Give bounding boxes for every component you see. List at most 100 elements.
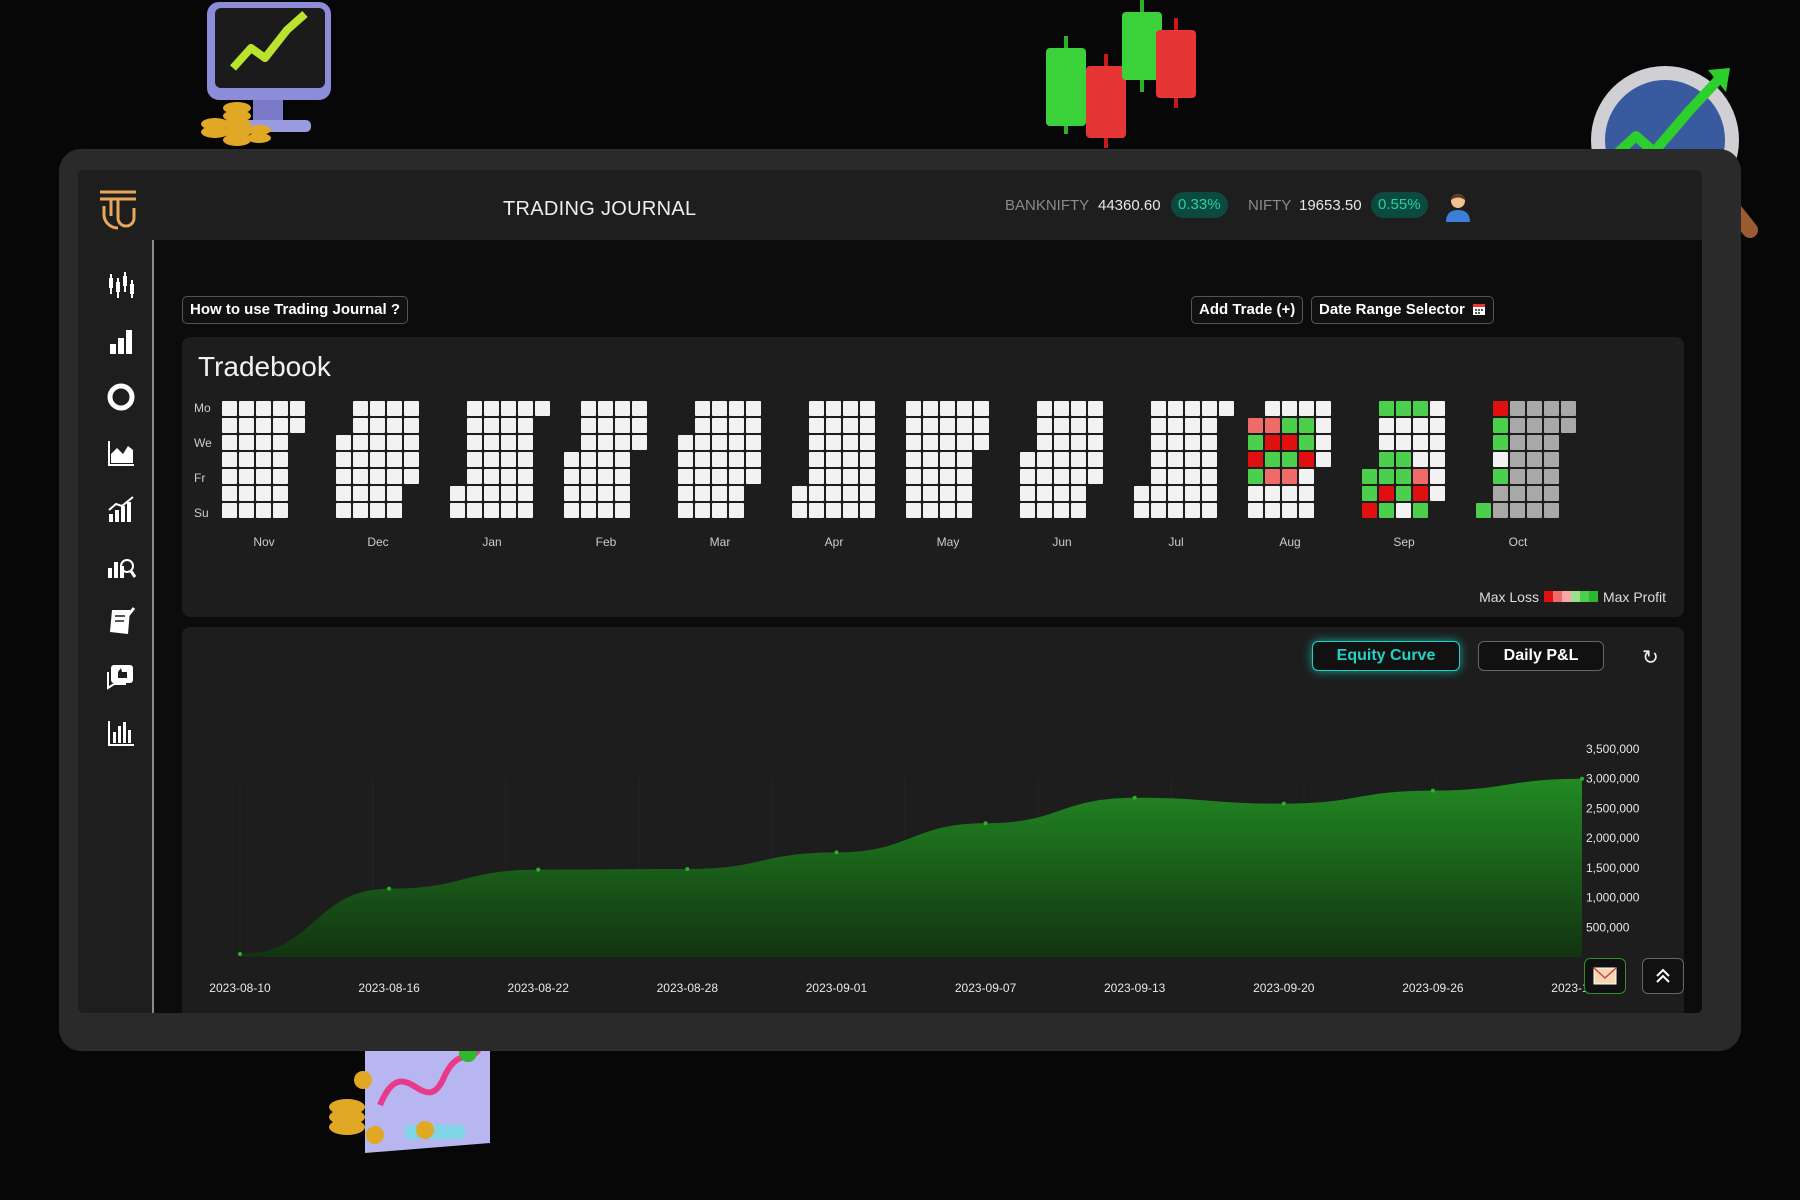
calendar-day-cell[interactable]	[809, 401, 824, 416]
help-button[interactable]: How to use Trading Journal ?	[182, 296, 409, 324]
calendar-day-cell[interactable]	[256, 418, 271, 433]
calendar-day-cell[interactable]	[957, 401, 972, 416]
calendar-day-cell[interactable]	[1020, 469, 1035, 484]
calendar-day-cell[interactable]	[1544, 503, 1559, 518]
calendar-day-cell[interactable]	[1054, 469, 1069, 484]
calendar-day-cell[interactable]	[387, 435, 402, 450]
calendar-day-cell[interactable]	[404, 469, 419, 484]
calendar-day-cell[interactable]	[906, 486, 921, 501]
calendar-day-cell[interactable]	[598, 452, 613, 467]
calendar-day-cell[interactable]	[1282, 503, 1297, 518]
calendar-day-cell[interactable]	[1510, 452, 1525, 467]
calendar-day-cell[interactable]	[695, 401, 710, 416]
calendar-day-cell[interactable]	[256, 486, 271, 501]
calendar-day-cell[interactable]	[906, 503, 921, 518]
email-button[interactable]	[1584, 958, 1626, 994]
calendar-day-cell[interactable]	[484, 401, 499, 416]
calendar-day-cell[interactable]	[370, 401, 385, 416]
calendar-day-cell[interactable]	[809, 503, 824, 518]
calendar-day-cell[interactable]	[809, 418, 824, 433]
calendar-day-cell[interactable]	[957, 503, 972, 518]
calendar-day-cell[interactable]	[695, 418, 710, 433]
calendar-day-cell[interactable]	[256, 503, 271, 518]
calendar-day-cell[interactable]	[1510, 435, 1525, 450]
calendar-day-cell[interactable]	[746, 401, 761, 416]
calendar-day-cell[interactable]	[1430, 486, 1445, 501]
calendar-day-cell[interactable]	[843, 503, 858, 518]
calendar-day-cell[interactable]	[1527, 503, 1542, 518]
calendar-day-cell[interactable]	[1265, 435, 1280, 450]
calendar-day-cell[interactable]	[1054, 486, 1069, 501]
calendar-day-cell[interactable]	[746, 452, 761, 467]
calendar-day-cell[interactable]	[1299, 418, 1314, 433]
calendar-day-cell[interactable]	[1396, 401, 1411, 416]
calendar-day-cell[interactable]	[370, 452, 385, 467]
calendar-day-cell[interactable]	[256, 469, 271, 484]
calendar-day-cell[interactable]	[1071, 452, 1086, 467]
calendar-day-cell[interactable]	[273, 486, 288, 501]
calendar-day-cell[interactable]	[957, 469, 972, 484]
calendar-day-cell[interactable]	[404, 435, 419, 450]
calendar-day-cell[interactable]	[1088, 418, 1103, 433]
calendar-day-cell[interactable]	[843, 418, 858, 433]
calendar-day-cell[interactable]	[1202, 435, 1217, 450]
calendar-day-cell[interactable]	[222, 418, 237, 433]
calendar-day-cell[interactable]	[809, 435, 824, 450]
calendar-day-cell[interactable]	[256, 452, 271, 467]
calendar-day-cell[interactable]	[1054, 503, 1069, 518]
calendar-day-cell[interactable]	[501, 452, 516, 467]
calendar-day-cell[interactable]	[678, 486, 693, 501]
calendar-day-cell[interactable]	[501, 503, 516, 518]
calendar-day-cell[interactable]	[1265, 418, 1280, 433]
calendar-day-cell[interactable]	[1510, 503, 1525, 518]
user-avatar-icon[interactable]	[1444, 192, 1472, 222]
add-trade-button[interactable]: Add Trade (+)	[1191, 296, 1304, 324]
calendar-day-cell[interactable]	[860, 503, 875, 518]
calendar-day-cell[interactable]	[273, 418, 288, 433]
calendar-day-cell[interactable]	[1493, 401, 1508, 416]
calendar-day-cell[interactable]	[581, 486, 596, 501]
calendar-day-cell[interactable]	[484, 486, 499, 501]
calendar-day-cell[interactable]	[712, 469, 727, 484]
calendar-day-cell[interactable]	[1168, 469, 1183, 484]
calendar-day-cell[interactable]	[467, 452, 482, 467]
calendar-day-cell[interactable]	[957, 486, 972, 501]
calendar-day-cell[interactable]	[518, 418, 533, 433]
calendar-day-cell[interactable]	[906, 418, 921, 433]
calendar-day-cell[interactable]	[615, 486, 630, 501]
calendar-day-cell[interactable]	[615, 469, 630, 484]
calendar-day-cell[interactable]	[923, 418, 938, 433]
calendar-day-cell[interactable]	[467, 469, 482, 484]
calendar-day-cell[interactable]	[1544, 452, 1559, 467]
calendar-day-cell[interactable]	[632, 435, 647, 450]
calendar-day-cell[interactable]	[336, 503, 351, 518]
calendar-day-cell[interactable]	[1379, 469, 1394, 484]
chart-analysis-icon[interactable]	[106, 550, 136, 580]
calendar-day-cell[interactable]	[1185, 435, 1200, 450]
calendar-day-cell[interactable]	[370, 418, 385, 433]
calendar-day-cell[interactable]	[387, 452, 402, 467]
calendar-day-cell[interactable]	[353, 452, 368, 467]
calendar-day-cell[interactable]	[1282, 401, 1297, 416]
calendar-day-cell[interactable]	[809, 486, 824, 501]
calendar-day-cell[interactable]	[792, 486, 807, 501]
calendar-day-cell[interactable]	[1151, 486, 1166, 501]
calendar-day-cell[interactable]	[353, 435, 368, 450]
calendar-day-cell[interactable]	[940, 469, 955, 484]
calendar-day-cell[interactable]	[1020, 486, 1035, 501]
calendar-day-cell[interactable]	[404, 401, 419, 416]
calendar-day-cell[interactable]	[1282, 452, 1297, 467]
calendar-day-cell[interactable]	[1379, 452, 1394, 467]
calendar-day-cell[interactable]	[826, 452, 841, 467]
calendar-day-cell[interactable]	[1185, 503, 1200, 518]
calendar-day-cell[interactable]	[581, 418, 596, 433]
calendar-day-cell[interactable]	[1527, 401, 1542, 416]
calendar-day-cell[interactable]	[1430, 418, 1445, 433]
calendar-day-cell[interactable]	[729, 469, 744, 484]
calendar-day-cell[interactable]	[1561, 418, 1576, 433]
area-chart-icon[interactable]	[106, 438, 136, 468]
calendar-day-cell[interactable]	[222, 435, 237, 450]
calendar-day-cell[interactable]	[1071, 486, 1086, 501]
calendar-day-cell[interactable]	[1379, 418, 1394, 433]
calendar-day-cell[interactable]	[518, 452, 533, 467]
